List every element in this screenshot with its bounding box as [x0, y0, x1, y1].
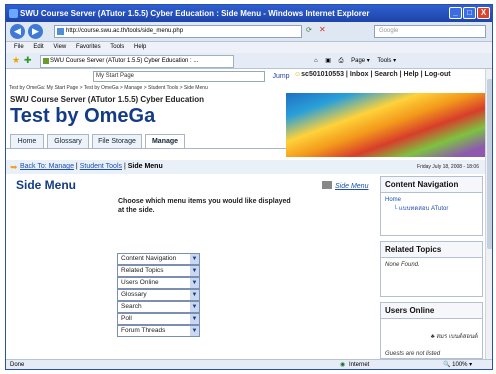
breadcrumb: Test by OmeGa: My Start Page > Test by O…	[9, 85, 208, 91]
chevron-down-icon: ▼	[190, 266, 199, 276]
url-field[interactable]: http://course.swu.ac.th/tools/side_menu.…	[54, 25, 302, 38]
site-title: SWU Course Server (ATutor 1.5.5) Cyber E…	[10, 95, 204, 104]
tab-divider	[6, 148, 286, 149]
tab-home[interactable]: Home	[10, 134, 44, 148]
forward-icon[interactable]: ▶	[28, 24, 43, 39]
side-menu-icon	[322, 181, 332, 189]
chevron-down-icon: ▼	[190, 278, 199, 288]
home-icon[interactable]: ⌂	[314, 58, 318, 64]
address-bar: ◀ ▶ http://course.swu.ac.th/tools/side_m…	[6, 22, 492, 42]
student-tools-link[interactable]: Student Tools	[80, 163, 122, 170]
tab-manage[interactable]: Manage	[145, 134, 185, 148]
menu-favorites[interactable]: Favorites	[76, 44, 101, 50]
menu-edit[interactable]: Edit	[33, 44, 43, 50]
favorites-bar: ★ ✚ SWU Course Server (ATutor 1.5.5) Cyb…	[6, 53, 492, 69]
menu-select-7[interactable]: Forum Threads ▼	[117, 325, 200, 337]
zoom-text[interactable]: 🔍 100% ▾	[443, 360, 472, 369]
tab-glossary[interactable]: Glossary	[47, 134, 89, 148]
menu-file[interactable]: File	[14, 44, 24, 50]
page-icon	[57, 28, 64, 35]
back-to-manage-link[interactable]: Back To: Manage	[20, 163, 74, 170]
jump-select[interactable]: My Start Page	[93, 71, 265, 82]
page-content: My Start Page Jump ☺sc501010553 | Inbox …	[6, 69, 485, 359]
course-title: Test by OmeGa	[10, 105, 156, 127]
status-text: Done	[10, 362, 25, 368]
related-topics-panel: Related Topics None Found.	[380, 241, 483, 297]
jump-button[interactable]: Jump	[269, 71, 293, 82]
ie-icon	[9, 9, 18, 18]
globe-icon: ◉	[340, 362, 346, 368]
related-empty: None Found.	[385, 262, 420, 268]
pencils-image	[286, 93, 485, 157]
current-page: Side Menu	[127, 163, 163, 170]
stop-icon[interactable]: ✕	[319, 25, 326, 34]
online-user[interactable]: ♣ สมร เบนต์สอนต์	[385, 331, 478, 341]
nav-item-link[interactable]: └ แบบทดสอบ ATutor	[385, 203, 478, 213]
back-arrow-icon: ➥	[10, 162, 18, 172]
side-menu-link[interactable]: Side Menu	[322, 181, 368, 190]
instructions: Choose which menu items you would like d…	[118, 198, 291, 214]
panel-title: Users Online	[381, 303, 482, 319]
tab-icon	[43, 58, 49, 64]
tab-file-storage[interactable]: File Storage	[92, 134, 142, 148]
user-links[interactable]: ☺sc501010553 | Inbox | Search | Help | L…	[294, 71, 451, 78]
title-bar: SWU Course Server (ATutor 1.5.5) Cyber E…	[6, 5, 492, 22]
menu-select-4[interactable]: Glossary ▼	[117, 289, 200, 301]
menu-select-5[interactable]: Search ▼	[117, 301, 200, 313]
menu-select-1[interactable]: Content Navigation ▼	[117, 253, 200, 265]
guests-note: Guests are not listed	[385, 351, 441, 357]
chevron-down-icon: ▼	[190, 302, 199, 312]
refresh-icon[interactable]: ⟳	[306, 26, 312, 34]
chevron-down-icon: ▼	[190, 290, 199, 300]
page-title: Side Menu	[16, 178, 77, 192]
chevron-down-icon: ▼	[190, 254, 199, 264]
zone-text: Internet	[349, 362, 370, 368]
window-title: SWU Course Server (ATutor 1.5.5) Cyber E…	[20, 9, 370, 18]
course-banner: SWU Course Server (ATutor 1.5.5) Cyber E…	[6, 93, 485, 157]
menu-view[interactable]: View	[53, 44, 66, 50]
date-text: Friday July 18, 2008 - 18:06	[417, 164, 479, 170]
chevron-down-icon: ▼	[190, 326, 199, 336]
panel-title: Related Topics	[381, 242, 482, 258]
scroll-thumb[interactable]	[487, 79, 492, 249]
menu-select-3[interactable]: Users Online ▼	[117, 277, 200, 289]
menu-select-6[interactable]: Poll ▼	[117, 313, 200, 325]
menu-select-2[interactable]: Related Topics ▼	[117, 265, 200, 277]
menu-tools[interactable]: Tools	[110, 44, 124, 50]
sub-nav: ➥ Back To: Manage | Student Tools | Side…	[6, 160, 485, 174]
back-icon[interactable]: ◀	[10, 24, 25, 39]
menu-help[interactable]: Help	[134, 44, 146, 50]
command-bar: ⌂ ▣ ⎙ Page ▾ Tools ▾	[314, 57, 402, 65]
page-menu[interactable]: Page ▾	[351, 58, 370, 64]
menu-bar: File Edit View Favorites Tools Help	[6, 42, 492, 53]
minimize-button[interactable]: _	[449, 7, 462, 19]
print-icon[interactable]: ⎙	[339, 58, 344, 64]
favorites-star-icon[interactable]: ★	[12, 55, 20, 66]
add-favorite-icon[interactable]: ✚	[24, 55, 32, 66]
content-navigation-panel: Content Navigation Home └ แบบทดสอบ ATuto…	[380, 176, 483, 236]
status-bar: Done ◉ Internet 🔍 100% ▾	[6, 359, 492, 369]
chevron-down-icon: ▼	[190, 314, 199, 324]
feeds-icon[interactable]: ▣	[325, 58, 331, 64]
users-online-panel: Users Online ♣ สมร เบนต์สอนต์ Guests are…	[380, 302, 483, 359]
panel-title: Content Navigation	[381, 177, 482, 193]
tools-menu[interactable]: Tools ▾	[377, 58, 396, 64]
browser-window: SWU Course Server (ATutor 1.5.5) Cyber E…	[5, 4, 493, 370]
maximize-button[interactable]: □	[463, 7, 476, 19]
search-input[interactable]: Google	[374, 25, 486, 38]
vertical-scrollbar[interactable]	[485, 69, 492, 359]
close-button[interactable]: X	[477, 7, 490, 19]
browser-tab[interactable]: SWU Course Server (ATutor 1.5.5) Cyber E…	[40, 55, 234, 68]
